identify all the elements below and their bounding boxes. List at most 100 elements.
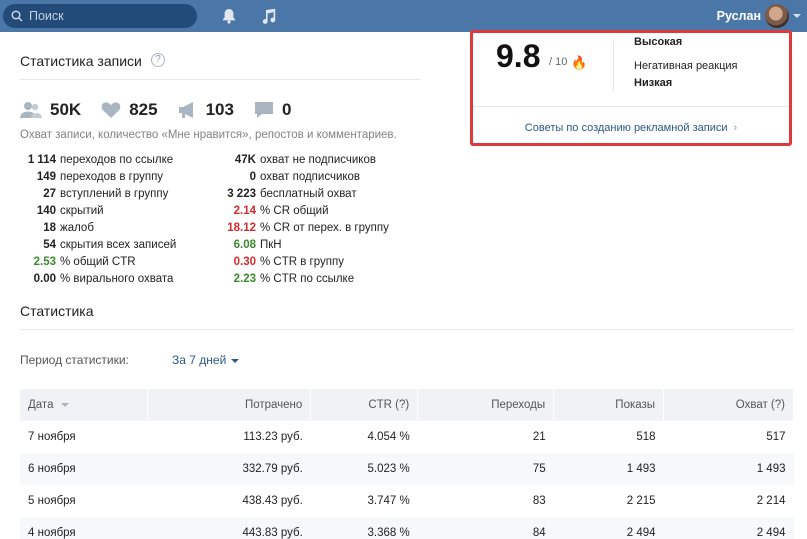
column-header[interactable]: Дата (20, 389, 149, 421)
divider (20, 329, 794, 330)
table-cell: 2 214 (756, 495, 786, 507)
stat-value: 27 (43, 187, 56, 200)
stat-value: 54 (43, 238, 56, 251)
stat-row: 18 жалоб (0, 219, 176, 236)
column-header[interactable]: Охват (?) (663, 389, 794, 421)
stat-label: переходов в группу (60, 170, 164, 183)
stat-value: 18.12 (227, 221, 256, 234)
table-cell: 1 493 (553, 453, 664, 485)
stat-row: 2.53 % общий CTR (0, 253, 176, 270)
table-cell: 332.79 руб. (147, 453, 311, 485)
column-header-label: Переходы (491, 399, 546, 411)
stats-table: Дата Потрачено CTR (?) Переходы Показы Охват … (20, 389, 794, 539)
stat-row: 1 114 переходов по ссылке (0, 151, 176, 168)
metric-comments: 0 (254, 100, 291, 120)
period-select-value: За 7 дней (172, 353, 227, 367)
quality-value: Высокая (634, 36, 683, 48)
column-header[interactable]: CTR (?) (310, 389, 419, 421)
stat-row: 2.23 % CTR по ссылке (200, 270, 389, 287)
column-header-label: Охват (?) (735, 399, 785, 411)
table-cell: 1 493 (663, 453, 794, 485)
stat-value: 149 (36, 170, 56, 183)
stat-value: 140 (36, 204, 56, 217)
stat-row: 0.30 % CTR в группу (200, 253, 389, 270)
table-cell: 21 (532, 431, 546, 443)
stat-label: % общий CTR (60, 255, 136, 268)
table-header-row: Дата Потрачено CTR (?) Переходы Показы Охват … (20, 389, 794, 421)
help-icon[interactable]: ? (151, 53, 165, 67)
stat-label: охват не подписчиков (260, 153, 376, 166)
period-label: Период статистики: (20, 353, 129, 367)
column-header[interactable]: Переходы (417, 389, 555, 421)
metric-reposts-value: 103 (205, 100, 234, 119)
chevron-right-icon: › (733, 122, 738, 134)
table-cell: 2 215 (626, 495, 656, 507)
table-cell: 443.83 руб. (147, 517, 311, 539)
divider (473, 106, 789, 107)
metric-comments-value: 0 (281, 100, 292, 119)
metric-reach-value: 50K (50, 100, 82, 119)
bell-icon[interactable] (220, 7, 238, 25)
stat-value: 3 223 (227, 187, 256, 200)
ad-tips-link-label: Советы по созданию рекламной записи (524, 122, 728, 134)
column-header-label: Дата (28, 399, 54, 411)
stat-row: 18.12 % CR от перех. в группу (200, 219, 389, 236)
stat-row: 0.00 % вирального охвата (0, 270, 176, 287)
stat-value: 0 (249, 170, 256, 183)
table-cell: 438.43 руб. (242, 495, 303, 507)
table-cell: 5.023 % (310, 453, 418, 485)
stat-row: 27 вступлений в группу (0, 185, 176, 202)
chevron-down-icon (231, 358, 240, 363)
column-header[interactable]: Показы (553, 389, 665, 421)
stat-label: ПкН (260, 238, 282, 251)
table-cell: 3.368 % (310, 517, 418, 539)
table-cell: 2 494 (663, 517, 794, 539)
username[interactable]: Руслан (717, 9, 761, 23)
metric-likes: 825 (101, 100, 158, 120)
stat-label: % CR от перех. в группу (260, 221, 389, 234)
table-cell: 113.23 руб. (243, 431, 303, 443)
search-input[interactable] (29, 9, 189, 23)
column-header-label: Потрачено (244, 399, 303, 411)
stat-value: 18 (43, 221, 56, 234)
stat-value: 2.53 (33, 255, 56, 268)
top-bar: Руслан (0, 0, 807, 32)
stat-row: 6.08 ПкН (200, 236, 389, 253)
column-header[interactable]: Потрачено (147, 389, 312, 421)
table-cell: 4 ноября (20, 517, 148, 539)
stat-label: % CR общий (260, 204, 329, 217)
megaphone-icon (178, 102, 193, 118)
chevron-down-icon[interactable] (793, 14, 801, 18)
stat-value: 1 114 (27, 153, 56, 166)
period-select[interactable]: За 7 дней (172, 353, 240, 367)
comment-icon (254, 102, 273, 118)
table-cell: 5 ноября (28, 495, 76, 507)
negative-value: Низкая (634, 77, 673, 89)
search-box[interactable] (3, 4, 197, 28)
table-cell: 83 (532, 495, 546, 507)
column-header-label: CTR (?) (368, 399, 410, 411)
stat-value: 2.14 (233, 204, 256, 217)
metric-reach: 50K (20, 100, 81, 120)
stat-value: 6.08 (233, 238, 256, 251)
stat-label: жалоб (60, 221, 94, 234)
table-row: 7 ноября 113.23 руб. 4.054 % 21 518 517 (20, 421, 794, 453)
ad-tips-link[interactable]: Советы по созданию рекламной записи › (473, 122, 789, 134)
divider (613, 39, 614, 91)
stat-row: 149 переходов в группу (0, 168, 176, 185)
stat-value: 0.00 (33, 272, 56, 285)
users-icon (20, 102, 42, 118)
search-icon (11, 10, 23, 22)
score-value: 9.8 (496, 38, 541, 74)
table-cell: 7 ноября (28, 431, 76, 443)
stat-value: 2.23 (233, 272, 256, 285)
stat-label: вступлений в группу (60, 187, 169, 200)
avatar[interactable] (765, 4, 789, 28)
stat-label: % CTR по ссылке (260, 272, 355, 285)
music-icon[interactable] (260, 7, 278, 25)
table-cell: 518 (636, 431, 656, 443)
metric-reposts: 103 (178, 100, 234, 120)
stats-right-column: 47K охват не подписчиков 0 охват подписчико… (200, 151, 389, 287)
sort-icon[interactable] (61, 402, 70, 407)
table-row: 5 ноября 438.43 руб. 3.747 % 83 2 215 2 214 (20, 485, 794, 517)
